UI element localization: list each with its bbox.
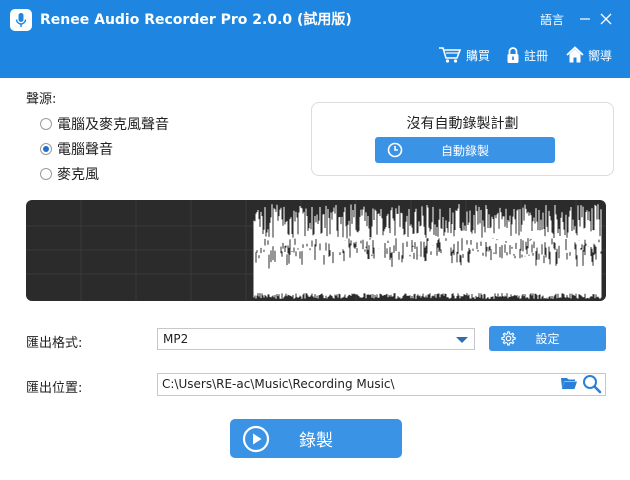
close-icon	[600, 13, 612, 25]
play-icon	[242, 425, 270, 453]
language-button[interactable]: 語言	[540, 11, 564, 28]
export-location-field[interactable]: C:\Users\RE-ac\Music\Recording Music\	[157, 373, 606, 396]
schedule-status-text: 沒有自動錄製計劃	[406, 116, 519, 132]
clock-icon	[387, 142, 403, 158]
gear-icon	[501, 331, 516, 346]
register-button[interactable]: 註冊	[506, 44, 548, 66]
register-label: 註冊	[524, 48, 549, 63]
guide-button[interactable]: 嚮導	[566, 44, 612, 66]
radio-label: 電腦聲音	[57, 142, 113, 158]
chevron-down-icon	[456, 337, 468, 343]
schedule-panel: 沒有自動錄製計劃 自動錄製	[311, 102, 614, 176]
record-label: 錄製	[299, 431, 333, 451]
export-location-label: 匯出位置:	[26, 381, 83, 396]
buy-button[interactable]: 購買	[438, 44, 490, 66]
buy-label: 購買	[466, 48, 491, 63]
radio-dot	[40, 118, 52, 130]
minimize-icon	[580, 18, 590, 20]
close-button[interactable]	[597, 8, 615, 30]
audio-waveform	[26, 200, 606, 301]
lock-icon	[507, 47, 519, 63]
guide-label: 嚮導	[588, 48, 613, 63]
radio-computer-and-mic[interactable]: 電腦及麥克風聲音	[40, 114, 169, 134]
radio-label: 電腦及麥克風聲音	[57, 117, 169, 133]
waveform-graphic	[26, 200, 606, 301]
auto-record-label: 自動錄製	[440, 143, 489, 158]
radio-label: 麥克風	[57, 167, 99, 183]
window-title: Renee Audio Recorder Pro 2.0.0 (試用版)	[40, 12, 352, 28]
radio-dot	[40, 168, 52, 180]
cart-icon	[439, 47, 462, 63]
auto-record-button[interactable]: 自動錄製	[375, 137, 555, 163]
home-icon	[566, 46, 584, 63]
export-format-value: MP2	[163, 332, 189, 346]
title-bar: Renee Audio Recorder Pro 2.0.0 (試用版) 語言 …	[0, 0, 630, 78]
radio-microphone[interactable]: 麥克風	[40, 164, 99, 184]
export-format-select[interactable]: MP2	[157, 328, 475, 350]
export-format-label: 匯出格式:	[26, 336, 83, 351]
radio-dot-selected	[40, 143, 52, 155]
app-logo-icon	[10, 9, 32, 31]
settings-button[interactable]: 設定	[489, 326, 606, 351]
search-icon[interactable]	[582, 374, 602, 394]
minimize-button[interactable]	[576, 8, 594, 30]
settings-label: 設定	[535, 332, 560, 346]
radio-computer-sound[interactable]: 電腦聲音	[40, 139, 113, 159]
record-button[interactable]: 錄製	[230, 419, 402, 458]
folder-icon[interactable]	[560, 374, 578, 392]
source-label: 聲源:	[26, 92, 57, 107]
